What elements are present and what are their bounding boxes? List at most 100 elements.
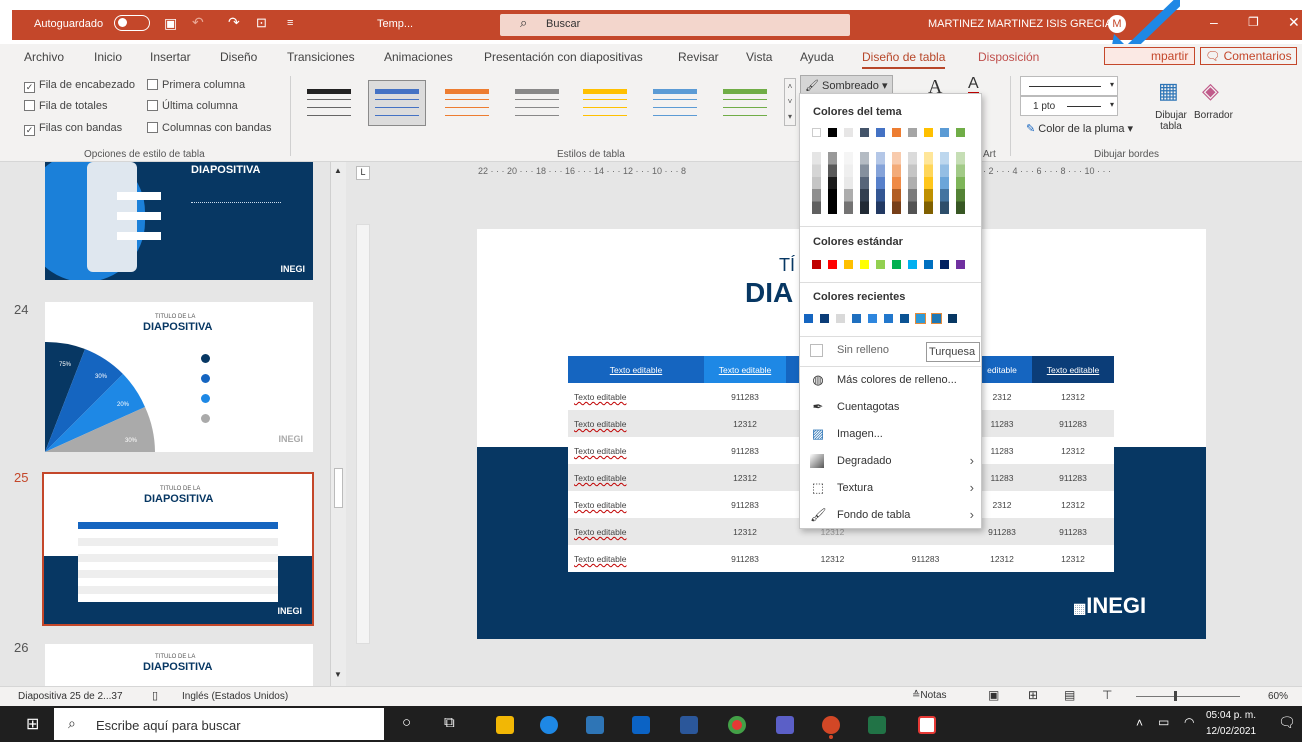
recent-color-swatch[interactable] [852, 314, 861, 323]
table-row[interactable]: Texto editable 911283 12312 12312 12312 91128… [568, 545, 1114, 572]
slideshow-icon[interactable]: ⊤ [1102, 688, 1112, 702]
recent-color-swatch[interactable] [804, 314, 813, 323]
cortana-icon[interactable]: ○ [402, 714, 411, 731]
notifications-icon[interactable]: 🗨 [1278, 714, 1296, 731]
normal-view-icon[interactable]: ▣ [988, 688, 999, 702]
table-cell[interactable]: 12312 [704, 473, 786, 483]
powerpoint-icon[interactable] [822, 716, 840, 734]
task-view-icon[interactable]: ⧉ [444, 714, 455, 731]
windows-start-icon[interactable]: ⊞ [26, 714, 39, 734]
table-cell[interactable]: Texto editable [574, 527, 710, 537]
standard-color-swatch[interactable] [812, 260, 821, 269]
table-cell[interactable]: Texto editable [574, 392, 710, 402]
recent-color-swatch[interactable] [948, 314, 957, 323]
recent-color-swatch[interactable] [884, 314, 893, 323]
gradient-option[interactable]: Degradado › [810, 451, 980, 473]
menu-ayuda[interactable]: Ayuda [800, 50, 834, 64]
table-cell[interactable]: Texto editable [574, 554, 710, 564]
menu-animaciones[interactable]: Animaciones [384, 50, 453, 64]
slide-subtitle[interactable]: TÍ [779, 255, 795, 276]
slides-panel-scrollbar[interactable]: ▲ ▼ [330, 162, 346, 686]
taskbar-search[interactable]: ⌕ Escribe aquí para buscar [54, 708, 384, 740]
table-cell[interactable]: 911283 [704, 392, 786, 402]
menu-inicio[interactable]: Inicio [94, 50, 122, 64]
zoom-slider-thumb[interactable] [1174, 691, 1177, 701]
table-style-7[interactable] [716, 80, 774, 126]
menu-diseno[interactable]: Diseño [220, 50, 257, 64]
theme-color-shades[interactable] [860, 152, 869, 214]
theme-color-shades[interactable] [956, 152, 965, 214]
theme-color-shades[interactable] [844, 152, 853, 214]
theme-color-shades[interactable] [892, 152, 901, 214]
table-cell[interactable]: 12312 [1032, 446, 1114, 456]
theme-color-shades[interactable] [924, 152, 933, 214]
slide-thumbnail-25-selected[interactable]: TITULO DE LA DIAPOSITIVA INEGI [42, 472, 314, 626]
table-style-3[interactable] [438, 80, 496, 126]
theme-color-swatch[interactable] [812, 128, 821, 137]
menu-insertar[interactable]: Insertar [150, 50, 191, 64]
table-style-6[interactable] [646, 80, 704, 126]
recent-color-swatch[interactable] [868, 314, 877, 323]
scrollbar-thumb[interactable] [334, 468, 343, 508]
pen-weight-select[interactable]: 1 pto ▾ [1020, 96, 1118, 116]
table-cell[interactable]: 12312 [1032, 500, 1114, 510]
shading-button[interactable]: 🖌 Sombreado ▾ [800, 75, 893, 95]
zoom-level[interactable]: 60% [1268, 691, 1288, 702]
outlook-icon[interactable] [632, 716, 650, 734]
theme-color-swatch[interactable] [844, 128, 853, 137]
save-icon[interactable]: ▣ [164, 15, 177, 32]
table-cell[interactable]: 911283 [879, 554, 972, 564]
slide-thumbnail-24[interactable]: TITULO DE LA DIAPOSITIVA 75% 30% 20% 30%… [45, 302, 313, 452]
clock-time[interactable]: 05:04 p. m. [1206, 710, 1256, 721]
teams-icon[interactable] [776, 716, 794, 734]
table-cell[interactable]: 911283 [1032, 419, 1114, 429]
excel-icon[interactable] [868, 716, 886, 734]
file-explorer-icon[interactable] [496, 716, 514, 734]
zoom-slider[interactable] [1136, 696, 1240, 697]
close-icon[interactable]: ✕ [1288, 14, 1300, 31]
theme-color-swatch[interactable] [940, 128, 949, 137]
menu-disposicion[interactable]: Disposición [978, 50, 1039, 64]
chk-primera-columna[interactable]: Primera columna [147, 79, 245, 91]
maximize-icon[interactable]: ❐ [1248, 15, 1259, 29]
autosave-toggle[interactable] [114, 15, 150, 31]
wifi-icon[interactable]: ◠ [1184, 715, 1194, 729]
table-cell[interactable]: Texto editable [574, 500, 710, 510]
share-button[interactable]: mpartir [1104, 47, 1196, 65]
customize-icon[interactable]: ≡ [287, 17, 293, 29]
table-cell[interactable]: 911283 [704, 446, 786, 456]
menu-archivo[interactable]: Archivo [24, 50, 64, 64]
eraser-icon[interactable]: ◈ [1202, 78, 1219, 104]
slide-thumbnail-26[interactable]: TITULO DE LA DIAPOSITIVA [45, 644, 313, 686]
chk-fila-totales[interactable]: Fila de totales [24, 100, 107, 112]
standard-color-swatch[interactable] [860, 260, 869, 269]
recent-color-swatch[interactable] [820, 314, 829, 323]
edge-icon[interactable] [540, 716, 558, 734]
table-background-option[interactable]: 🖌 Fondo de tabla › [810, 505, 980, 527]
draw-table-label[interactable]: Dibujar tabla [1152, 110, 1190, 132]
standard-color-swatch[interactable] [924, 260, 933, 269]
chk-fila-encabezado[interactable]: ✓ Fila de encabezado [24, 79, 135, 93]
tray-chevron-icon[interactable]: ˄ [1136, 716, 1143, 730]
theme-color-swatch[interactable] [876, 128, 885, 137]
theme-color-shades[interactable] [876, 152, 885, 214]
menu-transiciones[interactable]: Transiciones [287, 50, 355, 64]
notes-button[interactable]: ≙Notas [912, 690, 947, 701]
scroll-down-icon[interactable]: ▼ [334, 670, 342, 679]
styles-scroll-icon[interactable]: ˄ ˅ ▾ [784, 78, 796, 126]
table-cell[interactable]: 12312 [704, 527, 786, 537]
recent-color-swatch[interactable] [931, 313, 942, 324]
standard-color-swatch[interactable] [844, 260, 853, 269]
undo-icon[interactable]: ↶ [192, 14, 204, 31]
clock-date[interactable]: 12/02/2021 [1206, 726, 1256, 737]
standard-color-swatch[interactable] [828, 260, 837, 269]
table-style-5[interactable] [576, 80, 634, 126]
table-cell[interactable]: 911283 [704, 554, 786, 564]
slide-title[interactable]: DIA [745, 277, 793, 309]
theme-color-swatch[interactable] [908, 128, 917, 137]
eyedropper-option[interactable]: ✒ Cuentagotas [810, 397, 980, 419]
table-cell[interactable]: 911283 [1032, 473, 1114, 483]
header-cell[interactable]: Texto editable [1032, 365, 1114, 375]
menu-revisar[interactable]: Revisar [678, 50, 719, 64]
recent-color-swatch[interactable] [836, 314, 845, 323]
